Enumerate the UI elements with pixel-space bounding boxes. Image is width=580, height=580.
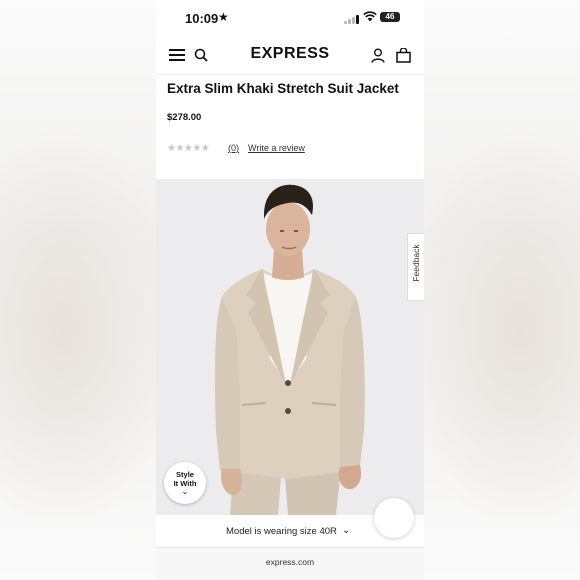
feedback-tab[interactable]: Feedback: [407, 233, 424, 301]
top-nav: EXPRESS: [156, 38, 424, 75]
style-it-with-button[interactable]: Style It With ⌄: [164, 462, 206, 504]
model-size-note: Model is wearing size 40R: [226, 526, 337, 537]
status-time: 10:09: [185, 11, 219, 26]
product-price: $278.00: [167, 112, 202, 123]
battery-icon: 46: [380, 12, 400, 22]
write-review-link[interactable]: Write a review: [248, 143, 305, 153]
account-icon[interactable]: [371, 48, 385, 63]
cellular-signal-icon: [344, 14, 360, 24]
product-title: Extra Slim Khaki Stretch Suit Jacket: [167, 81, 399, 96]
browser-url-bar[interactable]: express.com: [156, 547, 424, 580]
wifi-icon: [363, 11, 377, 25]
product-image[interactable]: Feedback Style It With ⌄: [156, 179, 424, 515]
rating-stars: ★★★★★: [167, 143, 210, 154]
chevron-down-icon: ⌄: [181, 487, 189, 496]
shopping-bag-icon[interactable]: [396, 48, 411, 63]
status-bar: 10:09 ★ 46: [156, 0, 424, 36]
chevron-down-icon: ⌄: [342, 525, 351, 536]
phone-screen: 10:09 ★ 46 EXPRESS Extra Slim Khaki Stre…: [156, 0, 424, 580]
feedback-label: Feedback: [411, 244, 421, 282]
chat-button[interactable]: [374, 498, 414, 538]
review-count[interactable]: (0): [228, 143, 239, 153]
url-text: express.com: [265, 557, 315, 567]
favorite-star-icon: ★: [218, 10, 229, 24]
style-it-line1: Style: [176, 470, 194, 479]
